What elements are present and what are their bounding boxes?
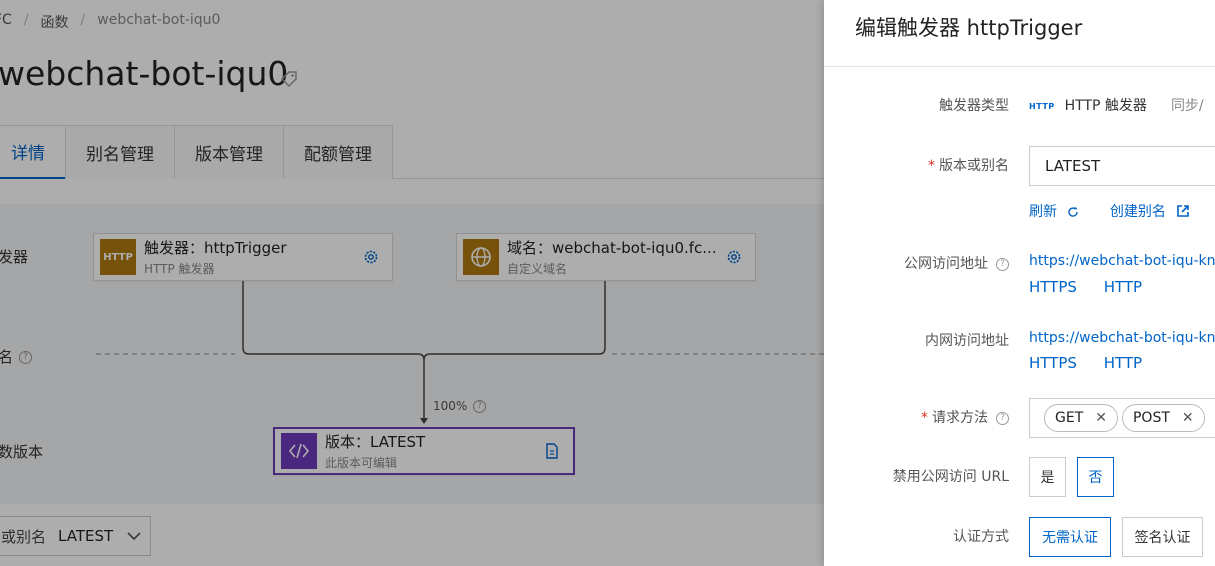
help-icon[interactable]: ? — [996, 411, 1009, 425]
public-https-link[interactable]: HTTPS — [1029, 278, 1077, 296]
trigger-type-value-row: HTTP HTTP 触发器 同步/ — [1029, 95, 1204, 115]
refresh-link[interactable]: 刷新 — [1029, 204, 1084, 220]
divider — [824, 66, 1215, 67]
disable-public-no-button[interactable]: 否 — [1077, 457, 1114, 497]
help-icon[interactable]: ? — [996, 257, 1009, 271]
public-url-protocols: HTTPS HTTP — [1029, 278, 1142, 296]
auth-method-label: 认证方式 — [953, 529, 1009, 545]
http-badge-icon: HTTP — [1029, 101, 1055, 111]
internal-url-label: 内网访问地址 — [925, 333, 1009, 349]
method-tag-post: POST ✕ — [1121, 404, 1205, 432]
internal-http-link[interactable]: HTTP — [1104, 354, 1142, 372]
disable-public-url-label: 禁用公网访问 URL — [892, 469, 1009, 485]
disable-public-yes-button[interactable]: 是 — [1029, 457, 1066, 497]
public-http-link[interactable]: HTTP — [1104, 278, 1142, 296]
internal-url-protocols: HTTPS HTTP — [1029, 354, 1142, 372]
external-link-icon — [1177, 205, 1190, 217]
trigger-type-extra: 同步/ — [1170, 98, 1204, 114]
version-alias-label: * 版本或别名 — [928, 155, 1009, 175]
request-method-label-text: 请求方法 — [932, 410, 988, 426]
required-marker: * — [928, 158, 935, 174]
required-marker: * — [921, 410, 928, 426]
version-alias-label-text: 版本或别名 — [939, 158, 1009, 174]
request-method-label: * 请求方法? — [921, 407, 1009, 427]
close-icon[interactable]: ✕ — [1182, 410, 1194, 426]
close-icon[interactable]: ✕ — [1095, 410, 1107, 426]
version-alias-input[interactable]: LATEST — [1029, 146, 1215, 186]
auth-none-button[interactable]: 无需认证 — [1029, 517, 1111, 557]
create-alias-link-text: 创建别名 — [1109, 204, 1166, 220]
internal-url-link[interactable]: https://webchat-bot-iqu-knzh — [1029, 330, 1215, 346]
auth-signature-button[interactable]: 签名认证 — [1122, 517, 1203, 557]
method-tag-text: GET — [1055, 410, 1084, 426]
public-url-label: 公网访问地址? — [904, 253, 1009, 273]
drawer-title: 编辑触发器 httpTrigger — [855, 16, 1083, 40]
trigger-type-label: 触发器类型 — [939, 98, 1009, 114]
refresh-link-text: 刷新 — [1029, 204, 1057, 220]
method-tag-get: GET ✕ — [1044, 404, 1118, 432]
refresh-icon — [1068, 206, 1079, 217]
internal-https-link[interactable]: HTTPS — [1029, 354, 1077, 372]
public-url-link[interactable]: https://webchat-bot-iqu-knzh — [1029, 253, 1215, 269]
version-alias-actions: 刷新 创建别名 — [1029, 201, 1190, 221]
edit-trigger-drawer: 编辑触发器 httpTrigger 触发器类型 HTTP HTTP 触发器 同步/ … — [824, 0, 1215, 566]
modal-backdrop[interactable] — [0, 0, 824, 566]
method-tag-text: POST — [1132, 410, 1170, 426]
request-method-select[interactable]: GET ✕ POST ✕ — [1029, 398, 1215, 438]
public-url-label-text: 公网访问地址 — [904, 256, 988, 272]
trigger-type-value: HTTP 触发器 — [1064, 98, 1147, 114]
create-alias-link[interactable]: 创建别名 — [1110, 204, 1190, 220]
